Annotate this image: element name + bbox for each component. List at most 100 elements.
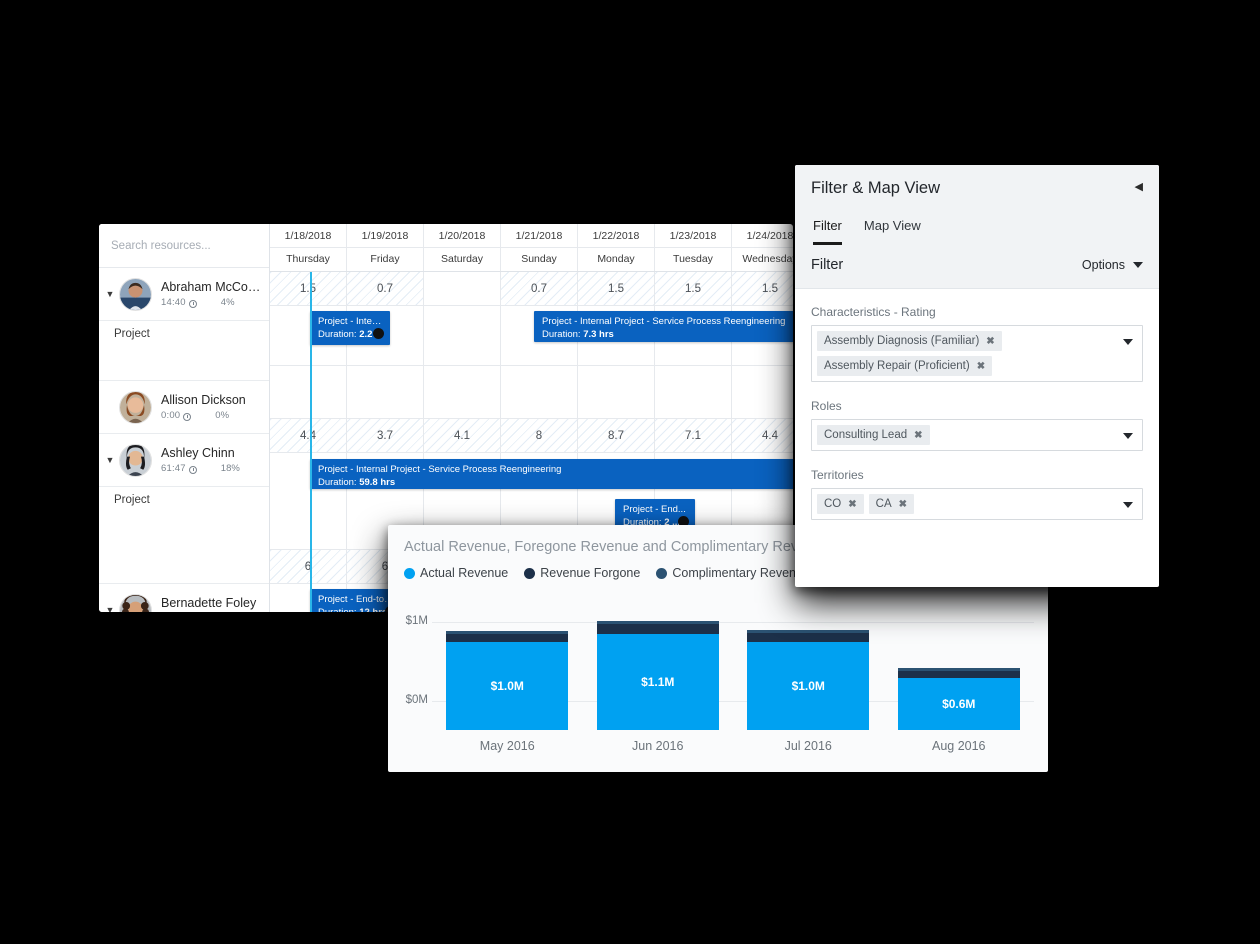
chip[interactable]: Assembly Diagnosis (Familiar) ✖ bbox=[817, 331, 1002, 351]
search-resources-box[interactable] bbox=[99, 224, 269, 268]
chip[interactable]: Assembly Repair (Proficient) ✖ bbox=[817, 356, 993, 376]
tab-map-view[interactable]: Map View bbox=[864, 218, 921, 245]
task-bar[interactable]: Project - Internal Project - Service Pro… bbox=[310, 459, 793, 489]
field-label: Territories bbox=[811, 468, 864, 482]
close-icon[interactable]: ✖ bbox=[977, 361, 985, 372]
x-axis-tick: Jun 2016 bbox=[632, 739, 684, 753]
multiselect-characteristics[interactable]: Assembly Diagnosis (Familiar) ✖ Assembly… bbox=[811, 325, 1143, 382]
avatar-image bbox=[120, 594, 151, 612]
close-icon[interactable]: ✖ bbox=[986, 336, 994, 347]
timeline-column: 1/23/2018 Tuesday bbox=[655, 224, 732, 271]
multiselect-roles[interactable]: Consulting Lead ✖ bbox=[811, 419, 1143, 451]
chevron-down-icon[interactable] bbox=[1123, 502, 1133, 508]
list-item[interactable]: ▼ Ashley Chinn 61:47 18% bbox=[99, 434, 269, 487]
task-duration-value: 59.8 hrs bbox=[359, 477, 396, 488]
timeline-task-lane[interactable] bbox=[270, 366, 793, 419]
chevron-left-icon[interactable]: ◀ bbox=[1135, 179, 1143, 193]
timeline-column: 1/21/2018 Sunday bbox=[501, 224, 578, 271]
multiselect-territories[interactable]: CO ✖ CA ✖ bbox=[811, 488, 1143, 520]
filter-and-map-view-panel: Filter & Map View ◀ Filter Map View Filt… bbox=[795, 165, 1159, 587]
close-icon[interactable]: ✖ bbox=[914, 430, 922, 441]
task-bar[interactable]: Project - Internal Project - Service Pro… bbox=[534, 311, 793, 342]
filter-section-header: Filter Options bbox=[795, 245, 1159, 289]
list-item[interactable]: ▼ Abraham McCormi... 14:40 4 bbox=[99, 268, 269, 321]
timeline-value-row: 4.4 3.7 4.1 8 8.7 7.1 4.4 bbox=[270, 419, 793, 453]
chip[interactable]: CO ✖ bbox=[817, 494, 864, 514]
task-duration: Duration: 7.3 hrs bbox=[542, 328, 793, 341]
timeline-column: 1/24/2018 Wednesday bbox=[732, 224, 793, 271]
chip-label: CO bbox=[824, 498, 842, 510]
timeline-cell[interactable]: 8 bbox=[501, 419, 578, 452]
chevron-down-icon[interactable] bbox=[1123, 339, 1133, 345]
chip[interactable]: Consulting Lead ✖ bbox=[817, 425, 930, 445]
timeline-cell[interactable]: 4.1 bbox=[424, 419, 501, 452]
bar-group[interactable]: $1.0M bbox=[446, 602, 569, 730]
scheduler-resource-list: ▼ Abraham McCormi... 14:40 4 bbox=[99, 224, 270, 612]
task-duration-value: 12 hrs bbox=[359, 607, 387, 612]
timeline-cell[interactable]: 1.5 bbox=[732, 272, 793, 305]
task-resize-handle[interactable] bbox=[373, 328, 384, 339]
chip-label: Consulting Lead bbox=[824, 429, 908, 441]
clock-icon bbox=[183, 412, 192, 421]
timeline-cell[interactable]: 1.5 bbox=[578, 272, 655, 305]
list-item[interactable]: ▼ Bernadette Foley bbox=[99, 584, 269, 612]
timeline-cell[interactable]: 6 bbox=[270, 550, 347, 583]
timeline-cell[interactable]: 0.7 bbox=[501, 272, 578, 305]
task-title: Project - Inter... bbox=[318, 316, 382, 327]
filter-panel-tabs: Filter Map View bbox=[811, 218, 1143, 245]
column-day: Monday bbox=[597, 253, 635, 265]
column-date: 1/20/2018 bbox=[424, 224, 500, 248]
legend-item[interactable]: Revenue Forgone bbox=[524, 566, 640, 580]
timeline-cell[interactable]: 3.7 bbox=[347, 419, 424, 452]
timeline-cell[interactable]: 1.5 bbox=[270, 272, 347, 305]
options-label: Options bbox=[1081, 258, 1125, 272]
chip-label: CA bbox=[875, 498, 892, 510]
field-territories: Territories CO ✖ CA ✖ bbox=[811, 468, 1143, 520]
timeline-task-lane[interactable]: Project - Inter... Duration: 2.2 ... Pro… bbox=[270, 306, 793, 366]
resource-hours: 61:47 bbox=[161, 463, 186, 474]
chip[interactable]: CA ✖ bbox=[868, 494, 915, 514]
resource-group-project: Project bbox=[99, 487, 269, 584]
expand-caret-icon[interactable]: ▼ bbox=[103, 289, 117, 299]
resource-info: Abraham McCormi... 14:40 4% bbox=[161, 280, 263, 308]
task-bar[interactable]: Project - Inter... Duration: 2.2 ... bbox=[310, 311, 390, 345]
bar-group[interactable]: $1.1M bbox=[596, 602, 719, 730]
close-icon[interactable]: ✖ bbox=[899, 499, 907, 510]
bar-segment-actual: $0.6M bbox=[897, 678, 1020, 730]
column-date: 1/23/2018 bbox=[655, 224, 731, 248]
options-button[interactable]: Options bbox=[1082, 258, 1143, 272]
search-input[interactable] bbox=[111, 239, 257, 252]
timeline-header: 1/18/2018 Thursday 1/19/2018 Friday 1/20… bbox=[270, 224, 793, 272]
timeline-cell[interactable] bbox=[424, 272, 501, 305]
timeline-cell[interactable]: 8.7 bbox=[578, 419, 655, 452]
timeline-cell[interactable]: 4.4 bbox=[732, 419, 793, 452]
timeline-cell[interactable]: 4.4 bbox=[270, 419, 347, 452]
task-duration-label: Duration: bbox=[542, 329, 581, 340]
clock-icon bbox=[188, 299, 197, 308]
task-duration-label: Duration: bbox=[318, 329, 357, 340]
bar-segment-forgone bbox=[446, 634, 569, 642]
bar-segment-forgone bbox=[596, 624, 719, 634]
x-axis-tick: Aug 2016 bbox=[931, 739, 986, 753]
x-axis-tick: May 2016 bbox=[479, 739, 535, 753]
expand-caret-icon[interactable]: ▼ bbox=[103, 605, 117, 612]
column-day: Sunday bbox=[521, 253, 557, 265]
bar-group[interactable]: $0.6M bbox=[897, 602, 1020, 730]
bar-value-label: $1.0M bbox=[791, 679, 825, 693]
avatar-image bbox=[120, 391, 151, 423]
tab-filter[interactable]: Filter bbox=[813, 218, 842, 245]
expand-caret-icon[interactable]: ▼ bbox=[103, 455, 117, 465]
field-roles: Roles Consulting Lead ✖ bbox=[811, 399, 1143, 451]
list-item[interactable]: ▼ Allison Dickson 0:00 0% bbox=[99, 381, 269, 434]
timeline-cell[interactable]: 7.1 bbox=[655, 419, 732, 452]
bar-group[interactable]: $1.0M bbox=[747, 602, 870, 730]
clock-icon bbox=[188, 465, 197, 474]
legend-item[interactable]: Actual Revenue bbox=[404, 566, 508, 580]
chevron-down-icon[interactable] bbox=[1123, 433, 1133, 439]
legend-item[interactable]: Complimentary Revenue bbox=[656, 566, 810, 580]
avatar bbox=[119, 277, 152, 311]
close-icon[interactable]: ✖ bbox=[848, 499, 856, 510]
timeline-cell[interactable]: 1.5 bbox=[655, 272, 732, 305]
timeline-cell[interactable]: 0.7 bbox=[347, 272, 424, 305]
resource-utilization: 4% bbox=[220, 297, 235, 308]
